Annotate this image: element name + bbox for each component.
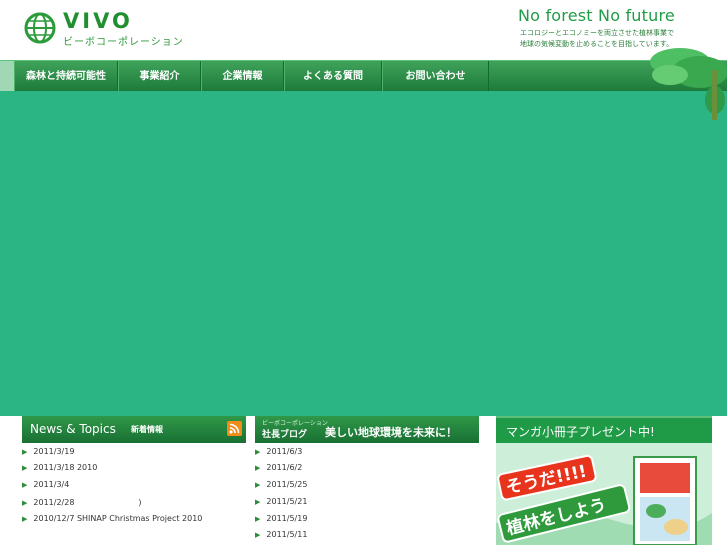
slogan: No forest No future [518,6,675,25]
nav-item-faq[interactable]: よくある質問 [284,61,382,92]
news-item[interactable]: ▶ 2011/3/19 [22,447,74,456]
tagline-line-1: エコロジーとエコノミーを両立させた植林事業で [520,29,674,37]
arrow-right-icon: ▶ [255,481,261,489]
arrow-right-icon: ▶ [22,515,28,523]
arrow-right-icon: ▶ [255,515,261,523]
arrow-right-icon: ▶ [255,464,261,472]
blog-header[interactable]: ビーボコーポレーション 社長ブログ 美しい地球環境を未来に！ [255,416,479,443]
blog-tagline: 美しい地球環境を未来に！ [325,426,457,439]
hero-banner [0,91,727,416]
manga-title: マンガ小冊子プレゼント中! [506,425,655,439]
blog-item[interactable]: ▶ 2011/6/3 [255,447,302,456]
news-title: News & Topics [30,422,116,436]
arrow-right-icon: ▶ [22,481,28,489]
news-subtitle: 新着情報 [131,425,163,434]
blog-subtitle: ビーボコーポレーション [262,420,328,427]
blog-item[interactable]: ▶ 2011/5/11 [255,530,307,539]
blog-item[interactable]: ▶ 2011/5/25 [255,480,307,489]
nav-left-tab [0,61,14,92]
news-header: News & Topics 新着情報 [22,416,246,443]
blog-item[interactable]: ▶ 2011/5/21 [255,497,307,506]
manga-illustration: そうだ!!!! 植林をしよう [496,443,712,545]
main-nav: 森林と持続可能性 事業紹介 企業情報 よくある質問 お問い合わせ [0,60,727,92]
globe-logo-icon[interactable] [24,12,56,44]
nav-item-contact[interactable]: お問い合わせ [382,61,489,92]
news-item[interactable]: ▶ 2010/12/7 SHINAP Christmas Project 2010 [22,514,202,523]
news-item[interactable]: ▶ 2011/3/4 [22,480,69,489]
arrow-right-icon: ▶ [255,531,261,539]
arrow-right-icon: ▶ [255,498,261,506]
blog-list: ▶ 2011/6/3 ▶ 2011/6/2 ▶ 2011/5/25 ▶ 2011/5/2… [255,444,479,544]
nav-item-business[interactable]: 事業紹介 [118,61,201,92]
tree-decoration-icon [650,48,727,120]
arrow-right-icon: ▶ [22,448,28,456]
nav-item-forest[interactable]: 森林と持続可能性 [14,61,118,92]
page: VIVO ビーボコーポレーション No forest No future エコロ… [0,0,727,545]
arrow-right-icon: ▶ [22,499,28,507]
news-item[interactable]: ▶ 2011/2/28 ) [22,497,142,508]
logo-title[interactable]: VIVO [63,9,133,33]
arrow-right-icon: ▶ [22,464,28,472]
rss-icon[interactable] [227,421,242,436]
manga-header[interactable]: マンガ小冊子プレゼント中! [496,416,712,443]
news-list: ▶ 2011/3/19 ▶ 2011/3/18 2010 ▶ 2011/3/4 ▶ 20… [22,444,246,544]
bottom-section: News & Topics 新着情報 ▶ 2011/3/19 ▶ 2011/3/18… [0,416,727,545]
news-item[interactable]: ▶ 2011/3/18 2010 [22,463,97,472]
arrow-right-icon: ▶ [255,448,261,456]
blog-title: 社長ブログ [262,430,308,440]
manga-banner[interactable]: そうだ!!!! 植林をしよう [496,443,712,545]
header: VIVO ビーボコーポレーション No forest No future エコロ… [0,0,727,60]
blog-item[interactable]: ▶ 2011/6/2 [255,463,302,472]
nav-item-company[interactable]: 企業情報 [201,61,284,92]
blog-item[interactable]: ▶ 2011/5/19 [255,514,307,523]
logo-subtitle: ビーボコーポレーション [63,37,184,48]
